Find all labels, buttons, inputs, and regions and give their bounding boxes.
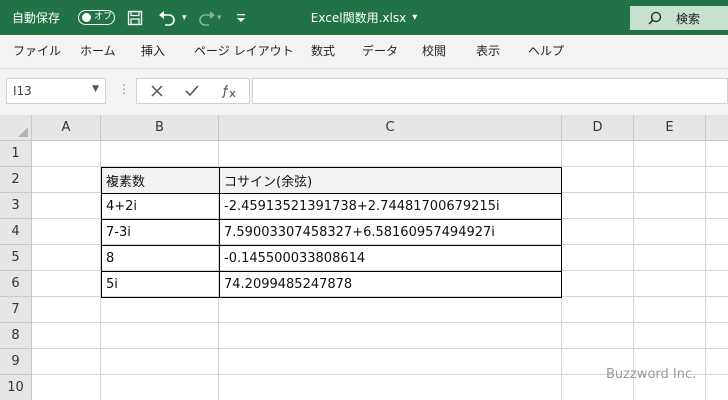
row-header-3[interactable]: 3 [0,193,32,219]
select-all-triangle-icon [18,127,28,137]
row-header-5[interactable]: 5 [0,245,32,271]
table-row: 8 -0.145500033808614 [101,245,562,272]
redo-dropdown-icon: ▾ [217,12,222,23]
formula-bar: I13 ▼ ⋮ [0,69,728,115]
cell-c4[interactable]: 7.59003307458327+6.58160957494927i [219,219,562,246]
data-table: 複素数 コサイン(余弦) 4+2i -2.45913521391738+2.74… [101,167,562,298]
table-row: 7-3i 7.59003307458327+6.58160957494927i [101,219,562,246]
tab-data[interactable]: データ [362,35,398,67]
cell-b5[interactable]: 8 [101,245,220,272]
gridline [705,141,706,400]
cell-b3[interactable]: 4+2i [101,193,220,220]
column-header-d[interactable]: D [562,115,634,141]
cell-b6[interactable]: 5i [101,271,220,298]
search-box[interactable]: 検索 [630,6,728,30]
tab-home[interactable]: ホーム [80,35,116,67]
column-header-e[interactable]: E [634,115,706,141]
row-header-10[interactable]: 10 [0,375,32,400]
name-box-dropdown-icon[interactable]: ▼ [92,84,99,94]
autosave-toggle[interactable]: オフ [78,10,115,25]
customize-toolbar-icon[interactable] [236,0,246,35]
undo-dropdown-icon[interactable]: ▾ [182,0,187,35]
cell-c2[interactable]: コサイン(余弦) [219,167,562,194]
name-box-value: I13 [13,84,32,98]
file-name-dropdown-icon[interactable]: ▾ [412,12,417,23]
redo-icon [197,0,217,35]
file-name-text[interactable]: Excel関数用.xlsx [311,9,406,26]
table-header-row: 複素数 コサイン(余弦) [101,167,562,194]
tab-review[interactable]: 校閲 [422,35,446,67]
column-header-b[interactable]: B [101,115,219,141]
cell-b2[interactable]: 複素数 [101,167,220,194]
spreadsheet-grid[interactable]: A B C D E 1 2 3 4 5 6 7 8 9 10 複素数 コサイン(… [0,115,728,400]
tab-formulas[interactable]: 数式 [311,35,335,67]
tab-view[interactable]: 表示 [476,35,500,67]
tab-page-layout[interactable]: ページ レイアウト [194,35,294,67]
column-header-a[interactable]: A [32,115,101,141]
watermark: Buzzword Inc. [606,367,697,382]
cell-c3[interactable]: -2.45913521391738+2.74481700679215i [219,193,562,220]
cancel-icon[interactable] [151,79,163,103]
gridline [633,141,634,400]
tab-file[interactable]: ファイル [13,35,61,67]
title-bar: 自動保存 オフ ▾ ▾ Excel関数用.xlsx ▾ 検索 [0,0,728,35]
row-header-8[interactable]: 8 [0,323,32,349]
table-row: 4+2i -2.45913521391738+2.74481700679215i [101,193,562,220]
cell-c6[interactable]: 74.2099485247878 [219,271,562,298]
column-header-partial[interactable] [706,115,728,141]
insert-function-icon[interactable] [221,79,237,103]
gridline [32,322,728,323]
column-header-c[interactable]: C [219,115,562,141]
row-header-6[interactable]: 6 [0,271,32,297]
save-icon[interactable] [127,0,143,35]
row-header-2[interactable]: 2 [0,167,32,193]
undo-icon[interactable] [157,0,177,35]
cell-c5[interactable]: -0.145500033808614 [219,245,562,272]
more-options-icon[interactable]: ⋮ [118,82,130,96]
search-icon [648,11,662,25]
toggle-knob [82,13,91,22]
search-label: 検索 [676,11,701,26]
cell-b4[interactable]: 7-3i [101,219,220,246]
gridline [32,348,728,349]
autosave-label: 自動保存 [12,11,61,25]
formula-input[interactable] [252,78,728,104]
row-header-1[interactable]: 1 [0,141,32,167]
row-header-4[interactable]: 4 [0,219,32,245]
row-header-9[interactable]: 9 [0,349,32,375]
autosave-state: オフ [94,12,113,22]
formula-buttons [136,78,250,104]
ribbon-tabs: ファイル ホーム 挿入 ページ レイアウト 数式 データ 校閲 表示 ヘルプ [0,35,728,69]
name-box[interactable]: I13 ▼ [6,78,106,104]
tab-insert[interactable]: 挿入 [141,35,165,67]
tab-help[interactable]: ヘルプ [528,35,564,67]
table-row: 5i 74.2099485247878 [101,271,562,298]
enter-check-icon[interactable] [185,79,199,103]
row-header-7[interactable]: 7 [0,297,32,323]
select-all-button[interactable] [0,115,32,141]
